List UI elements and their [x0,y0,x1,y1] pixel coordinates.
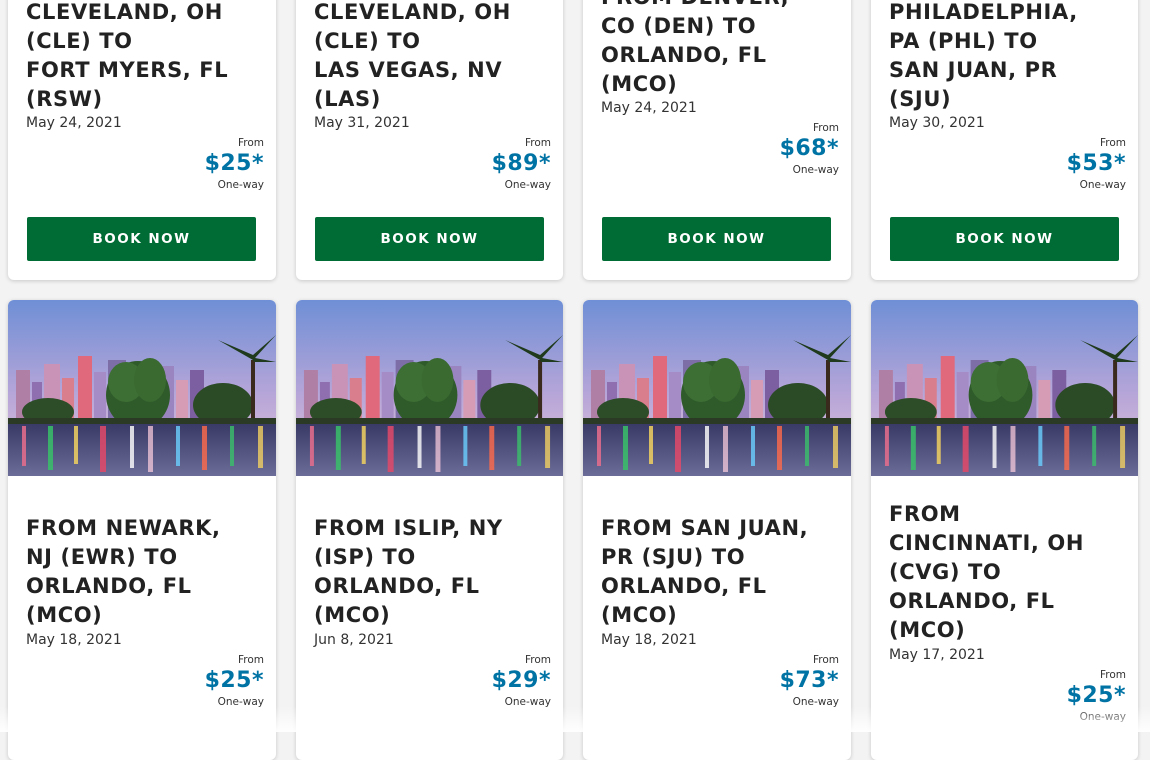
trip-type-label: One-way [217,696,264,708]
flight-card-den-mco: FROM DENVER, CO (DEN) TO ORLANDO, FL (MC… [583,0,851,280]
flight-card-cvg-mco: FROM CINCINNATI, OH (CVG) TO ORLANDO, FL… [871,300,1138,760]
fare-price: $25* [204,151,264,176]
price-from-label: From [1099,137,1126,149]
price-from-label: From [524,137,551,149]
travel-date: May 24, 2021 [26,115,122,131]
price-box: From $25* One-way [144,137,264,191]
flight-card-ewr-mco: FROM NEWARK, NJ (EWR) TO ORLANDO, FL (MC… [8,300,276,760]
flight-card-cle-las: CLEVELAND, OH (CLE) TO LAS VEGAS, NV (LA… [296,0,563,280]
price-box: From $73* One-way [719,654,839,708]
travel-date: May 31, 2021 [314,115,410,131]
travel-date: May 24, 2021 [601,100,697,116]
price-from-label: From [524,654,551,666]
fare-price: $53* [1066,151,1126,176]
orlando-skyline-image[interactable] [583,300,851,476]
orlando-skyline-image[interactable] [8,300,276,476]
price-from-label: From [237,137,264,149]
price-box: From $25* One-way [144,654,264,708]
price-from-label: From [812,654,839,666]
travel-date: May 30, 2021 [889,115,985,131]
flight-card-isp-mco: FROM ISLIP, NY (ISP) TO ORLANDO, FL (MCO… [296,300,563,760]
trip-type-label: One-way [217,179,264,191]
travel-date: Jun 8, 2021 [314,632,394,648]
flight-card-sju-mco: FROM SAN JUAN, PR (SJU) TO ORLANDO, FL (… [583,300,851,760]
price-box: From $89* One-way [431,137,551,191]
book-now-button[interactable]: BOOK NOW [315,217,544,261]
route-title: FROM NEWARK, NJ (EWR) TO ORLANDO, FL (MC… [26,516,221,627]
price-box: From $25* One-way [1006,669,1126,723]
route-title: PHILADELPHIA, PA (PHL) TO SAN JUAN, PR (… [889,0,1078,111]
fare-price: $25* [204,668,264,693]
trip-type-label: One-way [1079,711,1126,723]
fare-price: $29* [491,668,551,693]
travel-date: May 18, 2021 [26,632,122,648]
price-box: From $29* One-way [431,654,551,708]
flight-card-cle-rsw: CLEVELAND, OH (CLE) TO FORT MYERS, FL (R… [8,0,276,280]
trip-type-label: One-way [504,696,551,708]
book-now-button[interactable]: BOOK NOW [602,217,831,261]
trip-type-label: One-way [504,179,551,191]
fare-price: $68* [779,136,839,161]
flight-card-phl-sju: PHILADELPHIA, PA (PHL) TO SAN JUAN, PR (… [871,0,1138,280]
trip-type-label: One-way [792,696,839,708]
route-title: CLEVELAND, OH (CLE) TO LAS VEGAS, NV (LA… [314,0,511,111]
trip-type-label: One-way [792,164,839,176]
price-from-label: From [812,122,839,134]
book-now-button[interactable]: BOOK NOW [890,217,1119,261]
route-title: FROM ISLIP, NY (ISP) TO ORLANDO, FL (MCO… [314,516,503,627]
route-title: FROM SAN JUAN, PR (SJU) TO ORLANDO, FL (… [601,516,809,627]
route-title: FROM DENVER, CO (DEN) TO ORLANDO, FL (MC… [601,0,789,96]
route-title: FROM CINCINNATI, OH (CVG) TO ORLANDO, FL… [889,502,1085,642]
fare-price: $25* [1066,683,1126,708]
price-box: From $53* One-way [1006,137,1126,191]
route-title: CLEVELAND, OH (CLE) TO FORT MYERS, FL (R… [26,0,229,111]
trip-type-label: One-way [1079,179,1126,191]
travel-date: May 18, 2021 [601,632,697,648]
price-from-label: From [237,654,264,666]
orlando-skyline-image[interactable] [296,300,563,476]
travel-date: May 17, 2021 [889,647,985,663]
fare-price: $73* [779,668,839,693]
fare-price: $89* [491,151,551,176]
orlando-skyline-image[interactable] [871,300,1138,476]
price-box: From $68* One-way [719,122,839,176]
book-now-button[interactable]: BOOK NOW [27,217,256,261]
price-from-label: From [1099,669,1126,681]
